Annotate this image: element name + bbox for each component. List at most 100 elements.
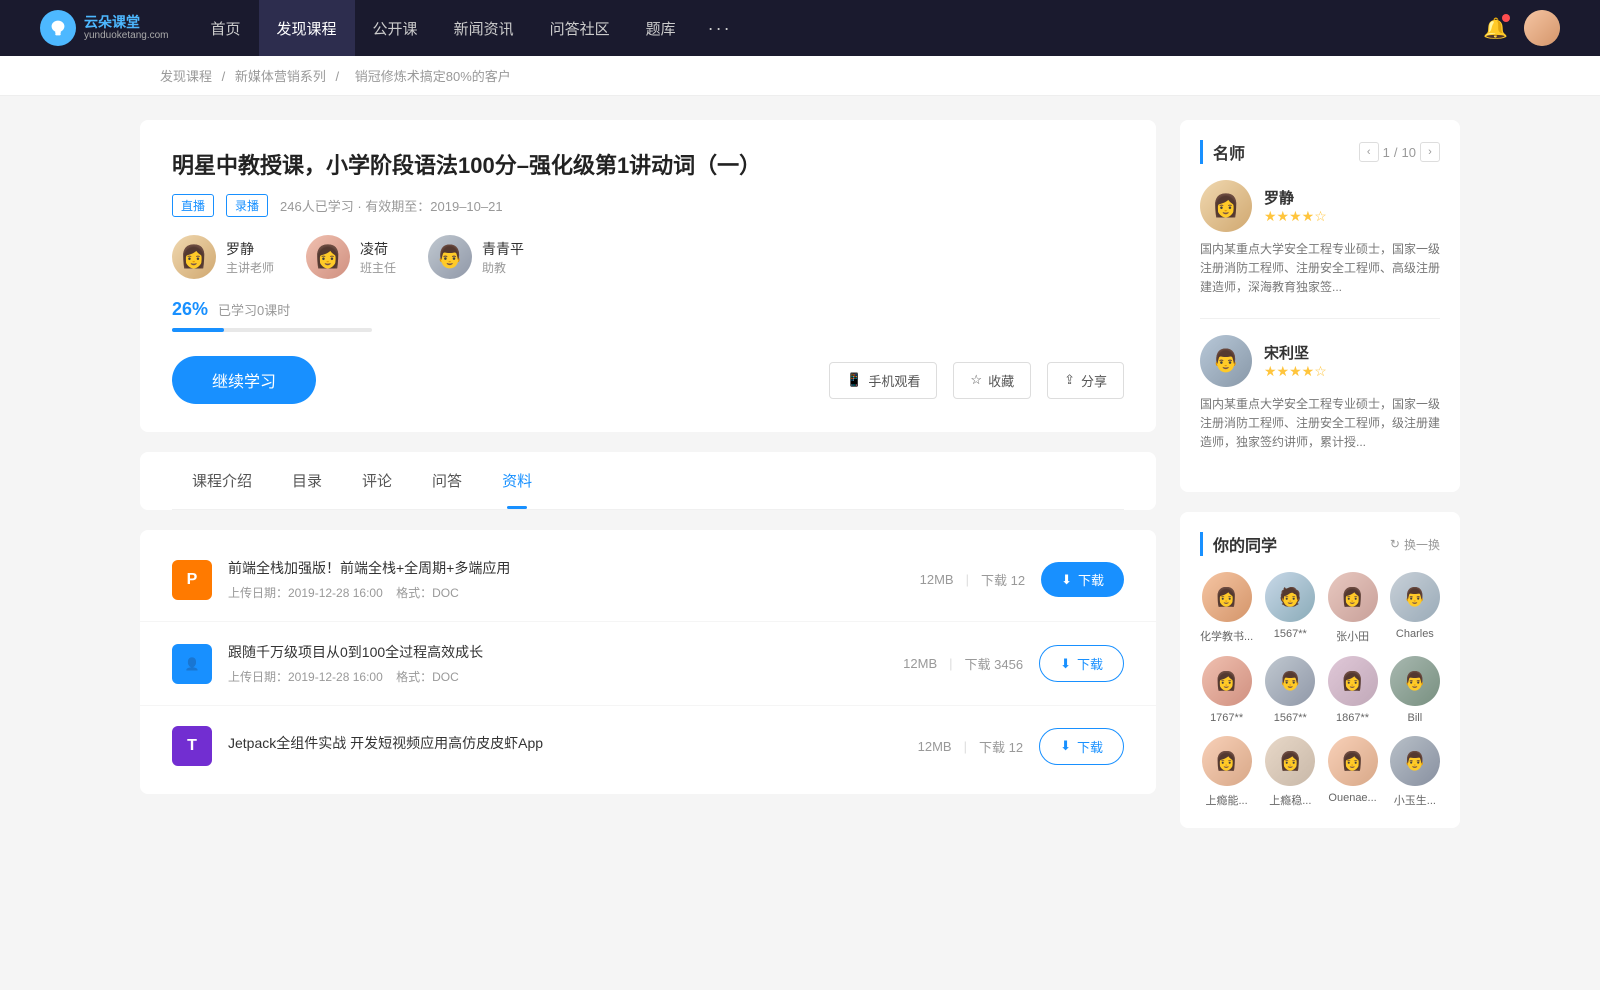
teachers-header: 名师 ‹ 1 / 10 ›	[1200, 140, 1440, 164]
breadcrumb-discover[interactable]: 发现课程	[160, 69, 212, 84]
teacher-header-1: 👨 宋利坚 ★★★★☆	[1200, 335, 1440, 387]
download-button-1[interactable]: ⬇ 下载	[1039, 645, 1124, 682]
tab-qa[interactable]: 问答	[412, 452, 482, 509]
classmate-name-9: 上瘾稳...	[1265, 792, 1315, 808]
breadcrumb-sep1: /	[222, 69, 229, 84]
classmate-item-2: 👩 张小田	[1327, 572, 1377, 644]
classmate-face-5: 👨	[1265, 656, 1315, 706]
refresh-button[interactable]: ↻ 换一换	[1390, 536, 1440, 553]
classmate-face-6: 👩	[1328, 656, 1378, 706]
course-card: 明星中教授课，小学阶段语法100分–强化级第1讲动词（一） 直播 录播 246人…	[140, 120, 1156, 432]
instructor-info-2: 青青平 助教	[482, 239, 524, 276]
progress-bar-fill	[172, 328, 224, 332]
tab-resource[interactable]: 资料	[482, 452, 552, 509]
classmate-avatar-8[interactable]: 👩	[1202, 736, 1252, 786]
refresh-label: 换一换	[1404, 536, 1440, 553]
badge-rec: 录播	[226, 194, 268, 217]
resource-icon-2: T	[172, 726, 212, 766]
star-icon: ☆	[970, 372, 982, 388]
instructor-info-1: 凌荷 班主任	[360, 239, 396, 276]
nav-item-open[interactable]: 公开课	[355, 0, 436, 56]
nav-more[interactable]: ···	[694, 0, 746, 56]
classmate-avatar-4[interactable]: 👩	[1202, 656, 1252, 706]
classmate-avatar-6[interactable]: 👩	[1328, 656, 1378, 706]
action-btns-right: 📱 手机观看 ☆ 收藏 ⇪ 分享	[829, 362, 1124, 399]
progress-bar-bg	[172, 328, 372, 332]
nav-item-news[interactable]: 新闻资讯	[436, 0, 532, 56]
download-icon-2: ⬇	[1060, 738, 1071, 754]
mobile-view-button[interactable]: 📱 手机观看	[829, 362, 937, 399]
classmate-avatar-2[interactable]: 👩	[1328, 572, 1378, 622]
teacher-divider	[1200, 318, 1440, 319]
tabs-row: 课程介绍 目录 评论 问答 资料	[172, 452, 1124, 510]
resource-list: P 前端全栈加强版！前端全栈+全周期+多端应用 上传日期：2019-12-28 …	[140, 530, 1156, 794]
nav-item-exam[interactable]: 题库	[628, 0, 694, 56]
instructor-role-2: 助教	[482, 259, 524, 276]
classmate-face-7: 👨	[1390, 656, 1440, 706]
user-avatar-nav[interactable]	[1524, 10, 1560, 46]
bell-icon[interactable]: 🔔	[1483, 16, 1508, 41]
resource-size-0: 12MB	[920, 572, 954, 587]
progress-section: 26% 已学习0课时	[172, 299, 1124, 332]
classmate-avatar-10[interactable]: 👩	[1328, 736, 1378, 786]
tab-catalog[interactable]: 目录	[272, 452, 342, 509]
classmate-face-2: 👩	[1328, 572, 1378, 622]
classmate-name-10: Ouenae...	[1327, 792, 1377, 804]
classmate-face-9: 👩	[1265, 736, 1315, 786]
classmate-avatar-9[interactable]: 👩	[1265, 736, 1315, 786]
download-button-0[interactable]: ⬇ 下载	[1041, 562, 1124, 597]
classmate-name-4: 1767**	[1200, 712, 1253, 724]
classmate-name-2: 张小田	[1327, 628, 1377, 644]
teachers-title: 名师	[1200, 140, 1245, 164]
download-button-2[interactable]: ⬇ 下载	[1039, 728, 1124, 765]
main-container: 明星中教授课，小学阶段语法100分–强化级第1讲动词（一） 直播 录播 246人…	[100, 96, 1500, 872]
classmate-item-7: 👨 Bill	[1390, 656, 1440, 724]
notification-dot	[1502, 14, 1510, 22]
classmates-title: 你的同学	[1200, 532, 1277, 556]
download-label-0: 下载	[1078, 570, 1104, 589]
instructor-2: 👨 青青平 助教	[428, 235, 524, 279]
instructor-1: 👩 凌荷 班主任	[306, 235, 396, 279]
resource-name-2: Jetpack全组件实战 开发短视频应用高仿皮皮虾App	[228, 733, 902, 753]
logo[interactable]: 云朵课堂 yunduoketang.com	[40, 10, 169, 46]
resource-item-0: P 前端全栈加强版！前端全栈+全周期+多端应用 上传日期：2019-12-28 …	[140, 538, 1156, 622]
classmate-item-8: 👩 上瘾能...	[1200, 736, 1253, 808]
instructor-name-1: 凌荷	[360, 239, 396, 259]
instructor-face-0: 👩	[172, 235, 216, 279]
page-prev[interactable]: ‹	[1359, 142, 1379, 162]
resource-downloads-2: 下载 12	[979, 737, 1023, 756]
resource-stats-0: 12MB | 下载 12	[920, 570, 1025, 589]
share-button[interactable]: ⇪ 分享	[1047, 362, 1124, 399]
classmate-item-9: 👩 上瘾稳...	[1265, 736, 1315, 808]
resource-icon-0: P	[172, 560, 212, 600]
resource-icon-1: 👤	[172, 644, 212, 684]
classmate-avatar-7[interactable]: 👨	[1390, 656, 1440, 706]
continue-button[interactable]: 继续学习	[172, 356, 316, 404]
classmates-grid: 👩 化学教书... 🧑 1567** 👩 张小田 👨 Charles 👩 176…	[1200, 572, 1440, 808]
classmate-avatar-1[interactable]: 🧑	[1265, 572, 1315, 622]
teacher-name-row-0: 罗静 ★★★★☆	[1264, 187, 1327, 225]
classmate-name-8: 上瘾能...	[1200, 792, 1253, 808]
classmate-avatar-3[interactable]: 👨	[1390, 572, 1440, 622]
teacher-desc-0: 国内某重点大学安全工程专业硕士，国家一级注册消防工程师、注册安全工程师、高级注册…	[1200, 240, 1440, 298]
classmate-name-11: 小玉生...	[1390, 792, 1440, 808]
classmate-item-6: 👩 1867**	[1327, 656, 1377, 724]
collect-button[interactable]: ☆ 收藏	[953, 362, 1031, 399]
tab-intro[interactable]: 课程介绍	[172, 452, 272, 509]
classmate-face-8: 👩	[1202, 736, 1252, 786]
classmate-avatar-5[interactable]: 👨	[1265, 656, 1315, 706]
download-label-2: 下载	[1077, 737, 1103, 756]
page-next[interactable]: ›	[1420, 142, 1440, 162]
nav-item-qa[interactable]: 问答社区	[532, 0, 628, 56]
classmate-avatar-0[interactable]: 👩	[1202, 572, 1252, 622]
resource-divider-1: |	[949, 656, 952, 671]
tab-comment[interactable]: 评论	[342, 452, 412, 509]
avatar-img	[1524, 10, 1560, 46]
teacher-stars-0: ★★★★☆	[1264, 208, 1327, 225]
instructor-0: 👩 罗静 主讲老师	[172, 235, 274, 279]
instructor-avatar-0: 👩	[172, 235, 216, 279]
classmate-avatar-11[interactable]: 👨	[1390, 736, 1440, 786]
nav-item-home[interactable]: 首页	[193, 0, 259, 56]
breadcrumb-series[interactable]: 新媒体营销系列	[235, 69, 326, 84]
nav-item-discover[interactable]: 发现课程	[259, 0, 355, 56]
